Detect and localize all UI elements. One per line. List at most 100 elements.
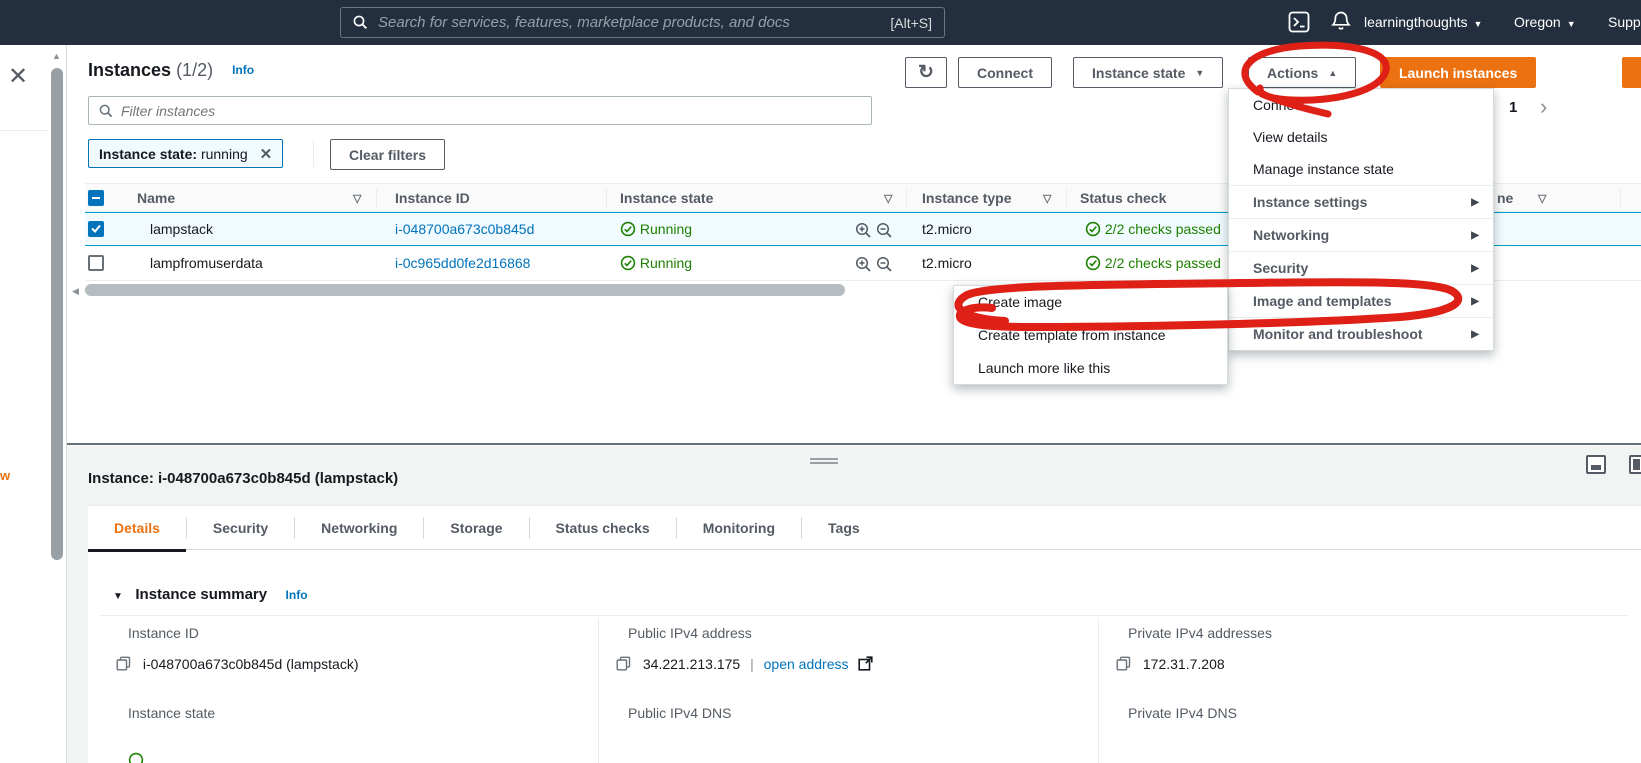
filter-divider (313, 140, 314, 167)
state-filter-icons[interactable] (855, 222, 893, 242)
zoom-in-icon[interactable] (855, 256, 872, 273)
notifications-bell-icon[interactable] (1330, 10, 1352, 33)
copy-icon[interactable] (116, 656, 131, 671)
tab-storage[interactable]: Storage (424, 506, 528, 550)
submenu-item-launch-more-like-this[interactable]: Launch more like this (954, 352, 1227, 384)
row-checkbox-checked[interactable] (88, 221, 104, 237)
clear-filters-button[interactable]: Clear filters (330, 139, 446, 170)
menu-item-image-and-templates[interactable]: Image and templates ▶ (1229, 284, 1493, 317)
menu-item-instance-settings[interactable]: Instance settings ▶ (1229, 185, 1493, 218)
global-search[interactable]: [Alt+S] (340, 7, 945, 38)
connect-button[interactable]: Connect (958, 57, 1052, 88)
instance-state-cell: Running (620, 255, 692, 271)
menu-item-networking[interactable]: Networking ▶ (1229, 218, 1493, 251)
refresh-button[interactable]: ↻ (905, 57, 947, 88)
close-icon[interactable]: ✕ (8, 65, 28, 89)
tab-details[interactable]: Details (88, 506, 186, 552)
chevron-down-icon: ▼ (1195, 67, 1205, 78)
vertical-scrollbar[interactable]: ▲ (48, 45, 66, 763)
detail-panel-title: Instance: i-048700a673c0b845d (lampstack… (88, 470, 399, 487)
zoom-out-icon[interactable] (876, 222, 893, 239)
column-header-status-check[interactable]: Status check (1080, 190, 1166, 206)
sort-icon[interactable]: ▽ (884, 192, 892, 205)
state-filter-icons[interactable] (855, 256, 893, 276)
column-header-instance-state[interactable]: Instance state (620, 190, 713, 206)
instance-id-text[interactable]: i-048700a673c0b845d (395, 221, 534, 237)
menu-item-security[interactable]: Security ▶ (1229, 251, 1493, 284)
column-header-instance-id[interactable]: Instance ID (395, 190, 470, 206)
split-panel-drag-handle[interactable] (810, 458, 838, 464)
tab-networking[interactable]: Networking (295, 506, 423, 550)
collapsed-sidebar: ✕ w (0, 45, 48, 763)
menu-item-view-details[interactable]: View details (1229, 121, 1493, 153)
info-link[interactable]: Info (232, 63, 254, 77)
next-page-icon[interactable]: › (1540, 94, 1547, 120)
menu-item-monitor-and-troubleshoot[interactable]: Monitor and troubleshoot ▶ (1229, 317, 1493, 350)
row-checkbox-unchecked[interactable] (88, 255, 104, 271)
copy-icon[interactable] (616, 656, 631, 671)
tab-label: Storage (450, 520, 503, 536)
submenu-item-create-template-from-instance[interactable]: Create template from instance (954, 319, 1227, 352)
global-search-input[interactable] (378, 14, 891, 31)
info-link[interactable]: Info (286, 588, 308, 602)
instance-state-text: Running (639, 255, 693, 271)
sidebar-divider (0, 130, 48, 131)
external-link-icon[interactable] (858, 656, 873, 671)
zoom-out-icon[interactable] (876, 256, 893, 273)
sort-icon[interactable]: ▽ (353, 192, 361, 205)
split-panel-divider[interactable] (67, 443, 1641, 445)
submenu-item-create-image[interactable]: Create image (954, 286, 1227, 319)
sort-icon[interactable]: ▽ (1043, 192, 1051, 205)
panel-layout-bottom-icon[interactable] (1586, 455, 1606, 474)
actions-button[interactable]: Actions ▲ (1248, 57, 1357, 88)
region-name: Oregon (1514, 14, 1561, 30)
panel-layout-fill (1591, 465, 1601, 470)
menu-item-connect[interactable]: Connect (1229, 89, 1493, 121)
vertical-scrollbar-thumb[interactable] (51, 68, 63, 560)
filter-instances-input[interactable] (121, 102, 861, 119)
tab-monitoring[interactable]: Monitoring (677, 506, 801, 550)
instance-summary-header[interactable]: ▼ Instance summary Info (113, 586, 308, 604)
page-title-text: Instances (88, 60, 172, 80)
support-menu[interactable]: Supp (1608, 14, 1641, 30)
menu-item-manage-instance-state[interactable]: Manage instance state (1229, 153, 1493, 185)
filter-instances-box[interactable] (88, 96, 872, 125)
tab-status-checks[interactable]: Status checks (530, 506, 676, 550)
open-address-link[interactable]: open address (764, 656, 849, 672)
aws-ec2-console: [Alt+S] learningthoughts ▼ Oregon ▼ Supp ✕… (0, 0, 1641, 763)
select-all-checkbox[interactable] (88, 190, 104, 206)
column-divider (606, 189, 607, 208)
scroll-up-icon[interactable]: ▲ (52, 51, 61, 61)
copy-icon[interactable] (1116, 656, 1131, 671)
column-header-instance-type[interactable]: Instance type (922, 190, 1011, 206)
instance-id-text[interactable]: i-0c965dd0fe2d16868 (395, 255, 530, 271)
region-selector[interactable]: Oregon ▼ (1514, 14, 1576, 30)
instance-state-button[interactable]: Instance state ▼ (1073, 57, 1224, 88)
private-ipv4-value-row: 172.31.7.208 (1116, 656, 1225, 672)
page-title: Instances (1/2) Info (88, 60, 254, 81)
account-menu[interactable]: learningthoughts ▼ (1364, 14, 1482, 30)
column-header-name[interactable]: Name (137, 190, 175, 206)
menu-item-label: Security (1253, 260, 1309, 276)
panel-layout-side-icon[interactable] (1629, 455, 1641, 474)
instance-id-link[interactable]: i-048700a673c0b845d (395, 221, 534, 237)
tab-tags[interactable]: Tags (802, 506, 886, 550)
instance-summary-title: Instance summary (135, 586, 268, 603)
launch-split-button-fragment[interactable] (1622, 57, 1641, 88)
private-ipv4-value: 172.31.7.208 (1142, 656, 1225, 672)
scroll-left-icon[interactable]: ◀ (72, 286, 79, 297)
sort-icon[interactable]: ▽ (1538, 192, 1546, 205)
remove-filter-icon[interactable]: ✕ (260, 145, 273, 163)
status-ok-icon (1085, 221, 1101, 237)
pagination-current-page[interactable]: 1 (1509, 99, 1517, 116)
filter-tag-label: Instance state: (99, 145, 198, 162)
column-header-fragment[interactable]: ne (1497, 190, 1513, 206)
zoom-in-icon[interactable] (855, 222, 872, 239)
cloudshell-icon[interactable] (1288, 11, 1310, 33)
horizontal-scrollbar-thumb[interactable] (85, 284, 845, 296)
collapse-arrow-icon[interactable]: ▼ (113, 591, 123, 602)
tab-security[interactable]: Security (187, 506, 294, 550)
active-tab-underline (88, 549, 186, 552)
instance-id-link[interactable]: i-0c965dd0fe2d16868 (395, 255, 530, 271)
launch-instances-button[interactable]: Launch instances (1380, 57, 1537, 88)
